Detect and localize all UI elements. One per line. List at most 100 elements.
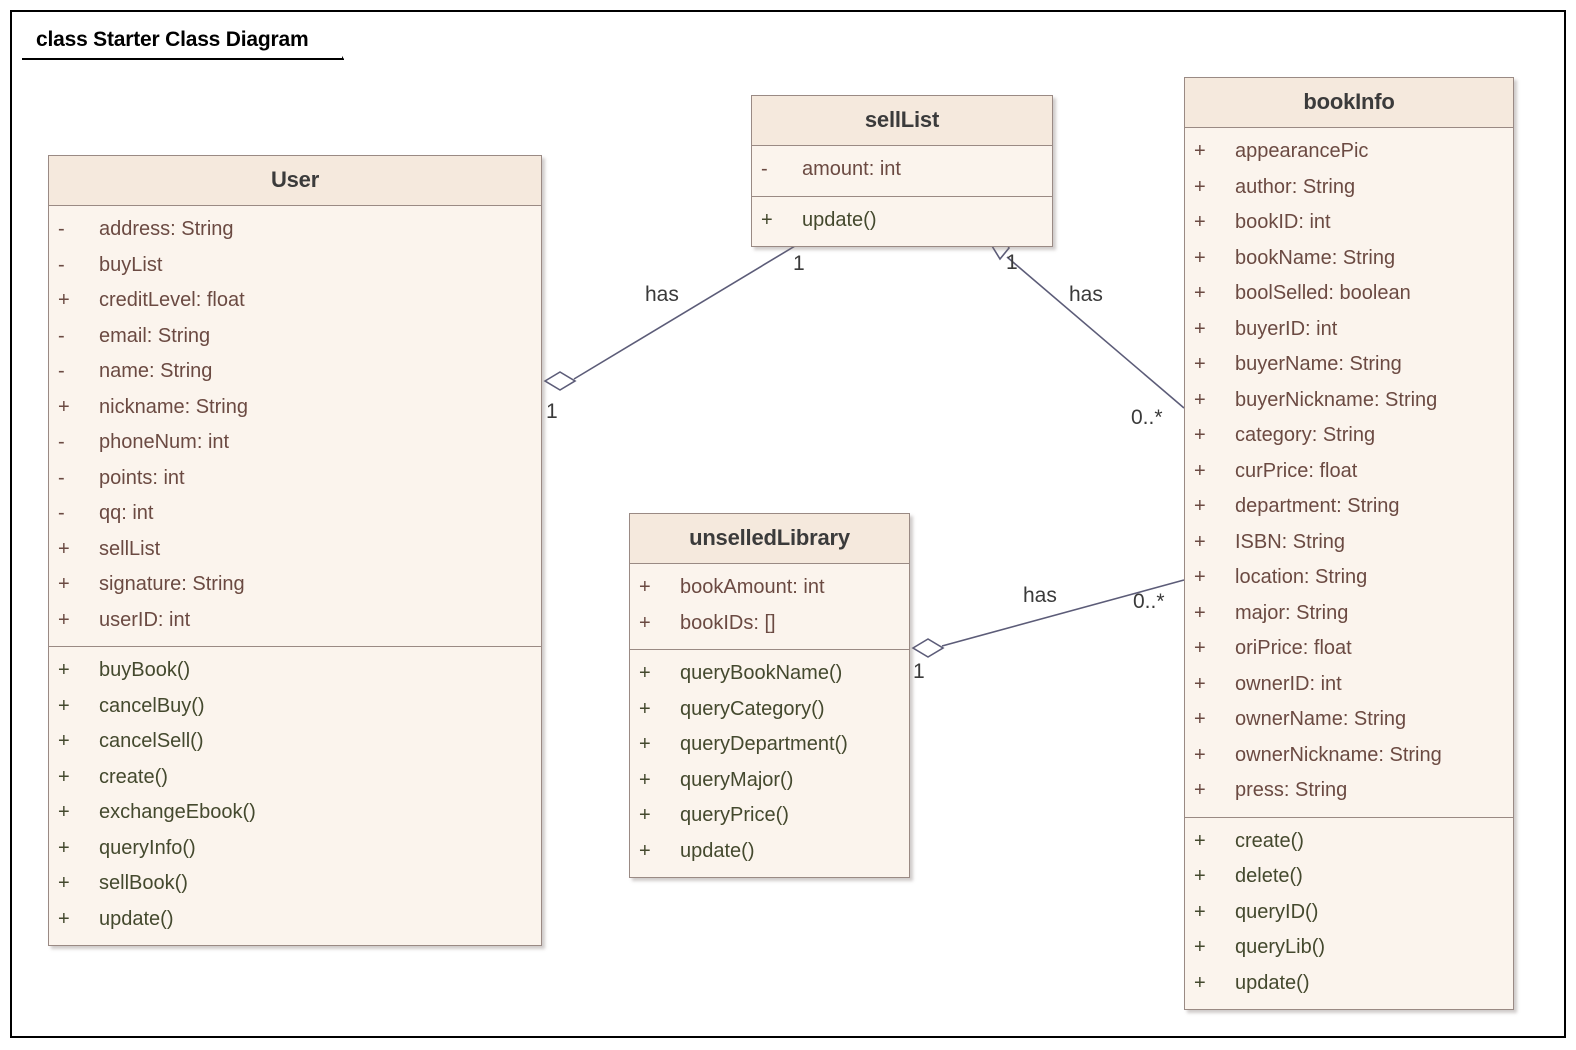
attribute-row: + major: String	[1185, 596, 1513, 632]
visibility-marker: +	[58, 537, 70, 560]
member-label: queryID()	[1235, 900, 1319, 923]
class-operations-unselledlibrary: + queryBookName() + queryCategory() + query…	[630, 649, 909, 877]
operation-row: + queryLib()	[1185, 930, 1513, 966]
visibility-marker: +	[639, 697, 651, 720]
attribute-row: + buyerName: String	[1185, 347, 1513, 383]
member-label: queryMajor()	[680, 768, 794, 791]
class-operations-selllist: + update()	[752, 195, 1052, 246]
member-label: update()	[680, 839, 755, 862]
attribute-row: + signature: String	[49, 567, 541, 603]
association-label-unselledlibrary-bookinfo: has	[1023, 584, 1057, 607]
visibility-marker: +	[1194, 459, 1206, 482]
member-label: update()	[99, 907, 174, 930]
attribute-row: - name: String	[49, 354, 541, 390]
visibility-marker: +	[1194, 175, 1206, 198]
member-label: userID: int	[99, 608, 191, 631]
class-attributes-bookinfo: + appearancePic + author: String + bookID: …	[1185, 128, 1513, 817]
operation-row: + update()	[1185, 966, 1513, 1002]
member-label: queryInfo()	[99, 836, 196, 859]
visibility-marker: -	[58, 324, 65, 347]
visibility-marker: +	[1194, 495, 1206, 517]
attribute-row: + author: String	[1185, 170, 1513, 206]
visibility-marker: +	[1194, 672, 1206, 695]
attribute-row: + boolSelled: boolean	[1185, 276, 1513, 312]
visibility-marker: +	[1194, 282, 1206, 304]
operation-row: + sellBook()	[49, 866, 541, 902]
member-label: sellList	[99, 537, 161, 560]
visibility-marker: +	[1194, 140, 1206, 162]
visibility-marker: +	[1194, 353, 1206, 375]
multiplicity-user-selllist-source: 1	[546, 400, 558, 423]
member-label: queryBookName()	[680, 662, 843, 684]
attribute-row: + bookIDs: []	[630, 606, 909, 642]
attribute-row: + buyerNickname: String	[1185, 383, 1513, 419]
member-label: create()	[99, 765, 168, 788]
visibility-marker: +	[639, 839, 651, 862]
visibility-marker: +	[639, 804, 651, 826]
attribute-row: + press: String	[1185, 773, 1513, 809]
operation-row: + queryInfo()	[49, 831, 541, 867]
operation-row: + queryDepartment()	[630, 727, 909, 763]
operation-row: + queryPrice()	[630, 798, 909, 834]
member-label: ownerName: String	[1235, 708, 1407, 730]
class-operations-bookinfo: + create() + delete() + queryID() + queryLib…	[1185, 816, 1513, 1009]
class-box-bookinfo[interactable]: bookInfo + appearancePic + author: String …	[1184, 77, 1514, 1010]
visibility-marker: +	[58, 836, 70, 859]
visibility-marker: +	[1194, 211, 1206, 233]
operation-row: + create()	[49, 760, 541, 796]
attribute-row: + ownerID: int	[1185, 667, 1513, 703]
operation-row: + cancelSell()	[49, 724, 541, 760]
member-label: oriPrice: float	[1235, 637, 1352, 659]
attribute-row: + ISBN: String	[1185, 525, 1513, 561]
class-box-unselledlibrary[interactable]: unselledLibrary + bookAmount: int + bookID…	[629, 513, 910, 878]
visibility-marker: +	[58, 573, 70, 595]
member-label: exchangeEbook()	[99, 801, 256, 823]
operation-row: + queryBookName()	[630, 656, 909, 692]
member-label: delete()	[1235, 865, 1303, 887]
visibility-marker: +	[1194, 743, 1206, 766]
visibility-marker: -	[58, 502, 65, 524]
operation-row: + cancelBuy()	[49, 689, 541, 725]
visibility-marker: +	[639, 576, 651, 598]
member-label: location: String	[1235, 566, 1368, 588]
multiplicity-unselledlibrary-bookinfo-target: 0..*	[1133, 590, 1165, 613]
operation-row: + create()	[1185, 824, 1513, 860]
class-attributes-selllist: - amount: int	[752, 146, 1052, 196]
attribute-row: + location: String	[1185, 560, 1513, 596]
member-label: ISBN: String	[1235, 530, 1346, 553]
visibility-marker: +	[58, 765, 70, 788]
attribute-row: - email: String	[49, 319, 541, 355]
class-box-user[interactable]: User - address: String - buyList + creditLe…	[48, 155, 542, 946]
class-attributes-user: - address: String - buyList + creditLevel: …	[49, 206, 541, 646]
member-label: press: String	[1235, 779, 1348, 801]
visibility-marker: -	[58, 253, 65, 276]
member-label: appearancePic	[1235, 140, 1369, 162]
attribute-row: + userID: int	[49, 603, 541, 639]
attribute-row: + curPrice: float	[1185, 454, 1513, 490]
visibility-marker: -	[761, 158, 768, 180]
class-name-bookinfo: bookInfo	[1185, 78, 1513, 128]
visibility-marker: +	[1194, 246, 1206, 269]
visibility-marker: +	[1194, 708, 1206, 730]
visibility-marker: +	[1194, 971, 1206, 994]
member-label: buyerNickname: String	[1235, 388, 1438, 411]
member-label: creditLevel: float	[99, 289, 245, 311]
member-label: cancelBuy()	[99, 694, 205, 717]
operation-row: + queryID()	[1185, 895, 1513, 931]
visibility-marker: +	[1194, 865, 1206, 887]
attribute-row: - address: String	[49, 212, 541, 248]
member-label: points: int	[99, 466, 185, 489]
visibility-marker: +	[1194, 779, 1206, 801]
member-label: curPrice: float	[1235, 459, 1358, 482]
member-label: buyList	[99, 253, 163, 276]
multiplicity-unselledlibrary-bookinfo-source: 1	[913, 660, 925, 683]
operation-row: + update()	[49, 902, 541, 938]
visibility-marker: +	[761, 208, 773, 231]
attribute-row: + bookAmount: int	[630, 570, 909, 606]
diagram-title: class Starter Class Diagram	[22, 22, 344, 60]
member-label: bookIDs: []	[680, 611, 776, 634]
visibility-marker: +	[639, 662, 651, 684]
member-label: ownerNickname: String	[1235, 743, 1442, 766]
class-box-selllist[interactable]: sellList - amount: int + update()	[751, 95, 1053, 247]
member-label: name: String	[99, 360, 213, 382]
